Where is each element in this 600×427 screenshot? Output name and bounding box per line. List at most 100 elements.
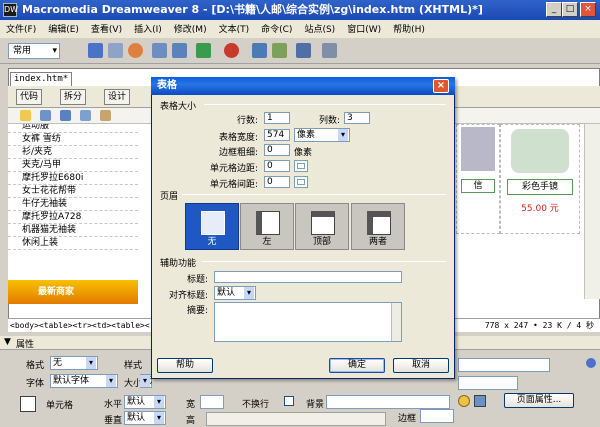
menu-help[interactable]: 帮助(H)	[387, 20, 431, 37]
insert-toolbar: 常用 ▾	[0, 38, 600, 64]
help-button[interactable]: 帮助	[157, 358, 213, 373]
document-tab[interactable]: index.htm*	[10, 72, 72, 86]
cancel-button[interactable]: 取消	[393, 358, 449, 373]
category-item[interactable]: 休闲上装	[8, 237, 138, 250]
font-select[interactable]: 默认字体	[50, 374, 118, 388]
image-icon[interactable]	[196, 43, 211, 58]
category-item[interactable]: 女裤 雪纺	[8, 133, 138, 146]
width-field[interactable]	[200, 395, 224, 409]
menu-commands[interactable]: 命令(C)	[255, 20, 298, 37]
summary-textarea[interactable]	[214, 302, 402, 342]
tag-chooser-icon[interactable]	[322, 43, 337, 58]
menu-view[interactable]: 查看(V)	[85, 20, 128, 37]
paste-icon[interactable]	[100, 110, 111, 121]
rows-input[interactable]: 1	[264, 112, 290, 124]
border-thickness-input[interactable]: 0	[264, 144, 290, 156]
header-none-label: 无	[207, 237, 217, 247]
maximize-button[interactable]: □	[562, 2, 578, 17]
cell-spacing-input[interactable]: 0	[264, 176, 290, 188]
hyperlink-icon[interactable]	[88, 43, 103, 58]
border-thickness-label: 边框粗细:	[218, 148, 258, 158]
menu-insert[interactable]: 插入(I)	[128, 20, 168, 37]
insert-category-select[interactable]: 常用 ▾	[8, 43, 60, 59]
category-item[interactable]: 摩托罗拉A728	[8, 211, 138, 224]
category-list: 演出服外套/毛衣大衣/风衣羽绒服T恤衫外套/裤子运动服女裤 雪纺衫/夹克夹克/马…	[8, 124, 138, 299]
tag-path[interactable]: <body><table><tr><td><table><	[10, 319, 150, 332]
width-unit-select[interactable]: 像素	[294, 128, 350, 142]
split-view-button[interactable]: 拆分	[60, 89, 87, 105]
category-item[interactable]: 机器猫无袖装	[8, 224, 138, 237]
save-icon[interactable]	[60, 110, 71, 121]
product-price: 55.00 元	[521, 204, 559, 214]
new-icon[interactable]	[20, 110, 31, 121]
menu-file[interactable]: 文件(F)	[0, 20, 42, 37]
vertical-scrollbar[interactable]	[584, 124, 600, 299]
horizontal-scrollbar[interactable]	[206, 412, 386, 426]
page-properties-button[interactable]: 页面属性...	[504, 393, 574, 408]
menu-edit[interactable]: 编辑(E)	[42, 20, 85, 37]
category-item[interactable]: 衫/夹克	[8, 146, 138, 159]
menu-modify[interactable]: 修改(M)	[168, 20, 213, 37]
link-field[interactable]	[458, 358, 550, 372]
nowrap-checkbox[interactable]	[284, 396, 294, 406]
category-item[interactable]: 摩托罗拉E680i	[8, 172, 138, 185]
header-top-option[interactable]: 顶部	[295, 203, 349, 250]
summary-label: 摘要:	[186, 306, 208, 316]
cell-label: 单元格	[46, 401, 74, 411]
point-to-file-icon[interactable]	[458, 395, 470, 407]
email-link-icon[interactable]	[108, 43, 123, 58]
menu-window[interactable]: 窗口(W)	[341, 20, 387, 37]
section-divider	[182, 194, 446, 195]
align-caption-select[interactable]: 默认	[214, 286, 256, 300]
named-anchor-icon[interactable]	[128, 43, 143, 58]
height-label: 高	[186, 416, 196, 426]
category-item[interactable]: 运动服	[8, 124, 138, 133]
cell-padding-icon	[294, 160, 308, 172]
open-icon[interactable]	[40, 110, 51, 121]
cell-padding-label: 单元格边距:	[209, 164, 258, 174]
cols-input[interactable]: 3	[344, 112, 370, 124]
template-icon[interactable]	[296, 43, 311, 58]
table-icon[interactable]	[152, 43, 167, 58]
minimize-button[interactable]: _	[546, 2, 562, 17]
category-item[interactable]: 女士花花帮带	[8, 185, 138, 198]
copy-icon[interactable]	[80, 110, 91, 121]
cell-padding-input[interactable]: 0	[264, 160, 290, 172]
horz-select[interactable]: 默认	[124, 395, 166, 409]
design-view-button[interactable]: 设计	[104, 89, 131, 105]
table-width-input[interactable]: 574	[264, 129, 290, 141]
expand-icon: ▼	[4, 337, 11, 347]
border-label: 边框	[398, 414, 417, 424]
category-item[interactable]: 夹克/马甲	[8, 159, 138, 172]
caption-input[interactable]	[214, 271, 402, 283]
header-both-option[interactable]: 两者	[351, 203, 405, 250]
comment-icon[interactable]	[272, 43, 287, 58]
caption-label: 标题:	[186, 275, 208, 285]
close-window-button[interactable]: ×	[580, 2, 596, 17]
ok-button[interactable]: 确定	[329, 358, 385, 373]
menu-text[interactable]: 文本(T)	[213, 20, 256, 37]
background-field[interactable]	[326, 395, 450, 409]
layer-icon[interactable]	[172, 43, 187, 58]
summary-scrollbar[interactable]	[391, 303, 401, 341]
date-icon[interactable]	[252, 43, 267, 58]
target-field[interactable]	[458, 376, 518, 390]
border-color-field[interactable]	[420, 409, 454, 423]
code-view-button[interactable]: 代码	[16, 89, 43, 105]
header-left-label: 左	[262, 237, 272, 247]
header-left-option[interactable]: 左	[240, 203, 294, 250]
header-none-option[interactable]: 无	[185, 203, 239, 250]
vert-select[interactable]: 默认	[124, 411, 166, 425]
help-icon[interactable]	[586, 358, 596, 368]
format-select[interactable]: 无	[50, 356, 98, 370]
category-item[interactable]: 牛仔无袖装	[8, 198, 138, 211]
horz-label: 水平	[104, 400, 123, 410]
dialog-close-button[interactable]: ×	[433, 79, 449, 93]
product-name: 彩色手镜	[507, 179, 573, 195]
media-icon[interactable]	[224, 43, 239, 58]
product-card-left: 信	[456, 124, 500, 234]
product-image	[461, 127, 495, 171]
product-image	[511, 129, 569, 173]
menu-site[interactable]: 站点(S)	[298, 20, 341, 37]
browse-folder-icon[interactable]	[474, 395, 486, 407]
